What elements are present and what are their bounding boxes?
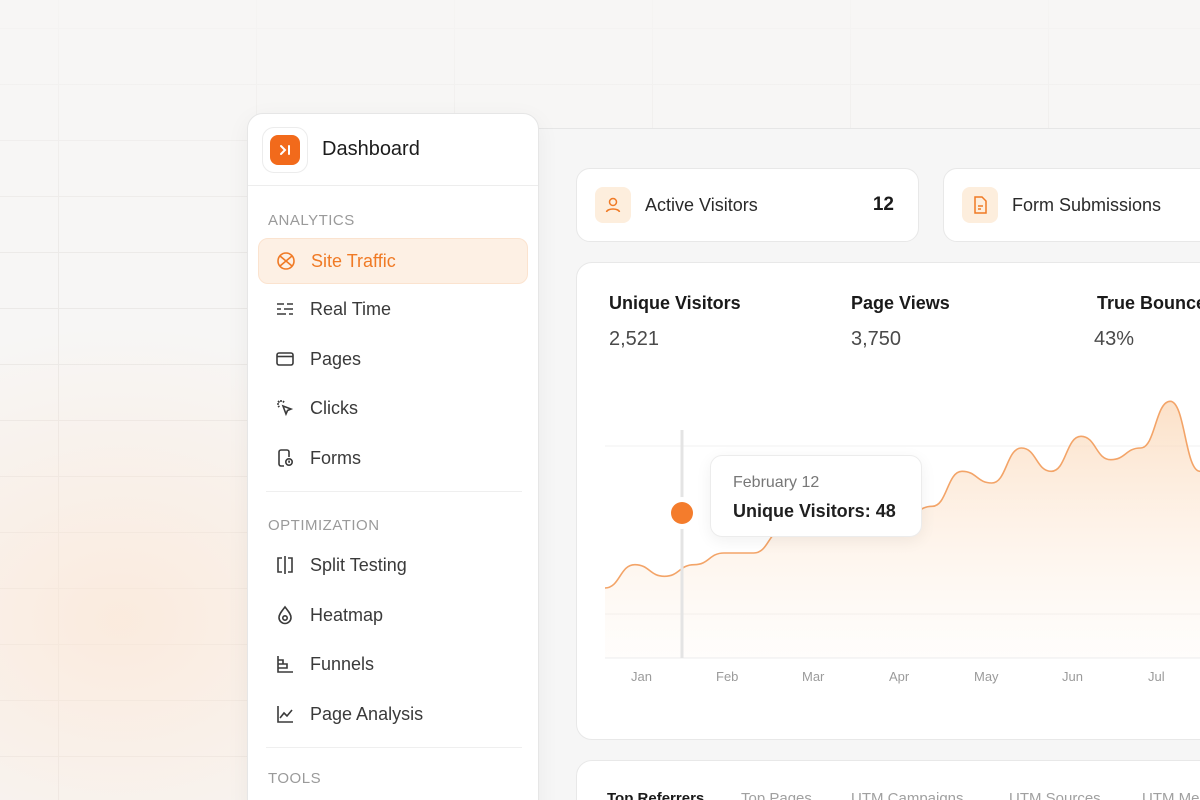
tooltip-date: February 12 [733, 474, 820, 491]
chart-tooltip: February 12 Unique Visitors: 48 [710, 455, 922, 537]
x-tick-label: Feb [716, 669, 739, 684]
x-tick-label: Jun [1062, 669, 1083, 684]
x-tick-label: Jul [1148, 669, 1165, 684]
visitors-area-chart [604, 400, 1200, 659]
x-tick-label: Mar [802, 669, 825, 684]
tab-top-pages[interactable]: Top Pages [741, 790, 812, 800]
x-tick-label: Jan [631, 669, 652, 684]
tab-utm-sources[interactable]: UTM Sources [1009, 790, 1101, 800]
tooltip-value: Unique Visitors: 48 [733, 501, 896, 521]
tab-top-referrers[interactable]: Top Referrers [607, 790, 704, 800]
tab-utm-medium[interactable]: UTM Me [1142, 790, 1200, 800]
x-tick-label: May [974, 669, 999, 684]
x-tick-label: Apr [889, 669, 910, 684]
highlight-point[interactable] [671, 502, 693, 524]
tab-utm-campaigns[interactable]: UTM Campaigns [851, 790, 964, 800]
